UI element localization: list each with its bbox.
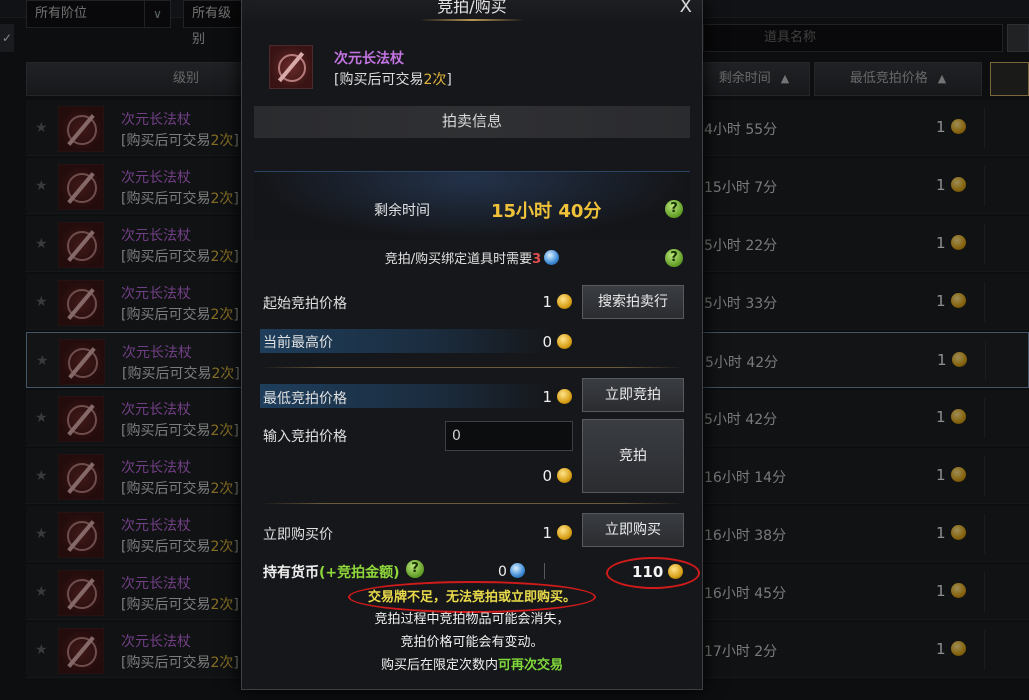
gold-coin-icon <box>557 468 572 483</box>
start-price-label: 起始竞拍价格 <box>263 296 347 312</box>
buy-now-value: 1 <box>502 524 572 542</box>
remaining-time-box: 剩余时间 15小时 40分 ? <box>254 171 690 241</box>
input-bid-label: 输入竞拍价格 <box>263 429 347 445</box>
bid-total-value: 0 <box>502 467 572 485</box>
start-price-value: 1 <box>502 293 572 311</box>
search-auction-button[interactable]: 搜索拍卖行 <box>582 285 684 319</box>
help-icon[interactable]: ? <box>665 249 683 267</box>
bind-requirement-count: 3 <box>532 252 542 267</box>
separator <box>260 367 684 368</box>
divider <box>544 563 545 579</box>
current-high-value: 0 <box>502 333 572 351</box>
current-high-label: 当前最高价 <box>263 335 333 351</box>
close-button[interactable]: X <box>680 0 692 17</box>
item-header: 次元长法杖 [购买后可交易2次] <box>242 35 702 101</box>
held-token-value: 0 <box>498 563 525 580</box>
gold-coin-icon <box>557 294 572 309</box>
dialog-title-text: 竞拍/购买 <box>437 0 507 16</box>
gold-coin-icon <box>557 525 572 540</box>
bind-requirement-text: 竞拍/购买绑定道具时需要 <box>384 252 533 267</box>
auction-info-section-title: 拍卖信息 <box>254 106 690 138</box>
dialog-title: 竞拍/购买 <box>242 0 702 23</box>
help-icon[interactable]: ? <box>665 200 683 218</box>
item-name: 次元长法杖 <box>334 51 404 67</box>
note-line-3: 购买后在限定次数内可再次交易 <box>380 658 564 673</box>
remaining-time-value: 15小时 40分 <box>491 201 602 222</box>
instant-bid-button[interactable]: 立即竞拍 <box>582 378 684 412</box>
held-currency-label: 持有货币(+竞拍金额) <box>263 565 400 581</box>
staff-item-icon <box>269 45 313 89</box>
buy-now-button[interactable]: 立即购买 <box>582 513 684 547</box>
bid-button[interactable]: 竞拍 <box>582 419 684 493</box>
bid-purchase-dialog: 竞拍/购买 X 次元长法杖 [购买后可交易2次] 拍卖信息 剩余时间 15小时 … <box>241 0 703 690</box>
blue-token-icon <box>509 563 525 578</box>
min-bid-label: 最低竞拍价格 <box>263 391 347 407</box>
bind-requirement: 竞拍/购买绑定道具时需要3 <box>242 248 702 267</box>
gold-coin-icon <box>557 389 572 404</box>
item-trade-info: [购买后可交易2次] <box>334 72 452 88</box>
title-ornament <box>420 19 524 21</box>
blue-token-icon <box>544 250 560 265</box>
buy-now-label: 立即购买价 <box>263 527 333 543</box>
note-line-1: 竞拍过程中竞拍物品可能会消失， <box>374 612 570 627</box>
gold-coin-icon <box>557 334 572 349</box>
separator <box>260 503 684 504</box>
gold-highlight-ellipse <box>606 557 700 589</box>
help-icon[interactable]: ? <box>406 560 424 578</box>
remaining-time-label: 剩余时间 <box>374 203 430 219</box>
min-bid-value: 1 <box>502 388 572 406</box>
bid-price-input[interactable] <box>445 421 573 451</box>
note-line-2: 竞拍价格可能会有变动。 <box>400 635 544 650</box>
